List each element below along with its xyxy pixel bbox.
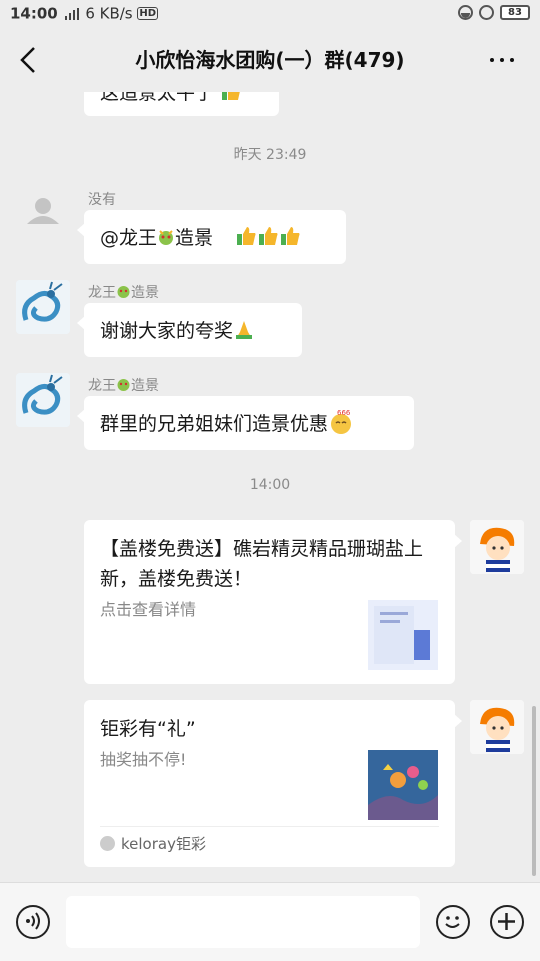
avatar[interactable] [16,373,70,427]
thumbs-up-icon [257,225,279,247]
emoji-button[interactable] [436,905,470,939]
dragon-emoji-icon [116,284,131,299]
default-avatar-icon [27,198,59,224]
dragon-emoji-icon [116,377,131,392]
signal-icon [64,7,79,20]
message-bubble[interactable]: @龙王 造景 [77,210,346,264]
status-bar: 14:00 6 KB/s HD 83 [0,0,540,28]
message-list[interactable]: 这造景太牛了 昨天 23:49 没有 @龙王造景 龙王造景 谢谢大家的夸奖 [0,92,540,882]
network-speed: 6 KB/s [85,4,133,23]
sender-name: 没有 [88,192,116,208]
message-bubble[interactable]: 群里的兄弟姐妹们造景优惠 666 [77,396,414,450]
status-left: 14:00 6 KB/s HD [10,4,159,23]
eye-comfort-icon [458,5,473,20]
message-text: 谢谢大家的夸奖 [100,320,234,342]
link-card[interactable]: 【盖楼免费送】礁岩精灵精品珊瑚盐上新，盖楼免费送！ 点击查看详情 [84,520,462,684]
message-text: @龙王 [100,227,158,249]
chat-header: 小欣怡海水团购(一）群(479) [0,28,540,92]
emoji-badge: 666 [337,409,351,417]
dragon-avatar-icon [16,280,70,334]
avatar[interactable] [470,700,524,754]
voice-input-button[interactable] [16,905,50,939]
message-bubble[interactable]: 谢谢大家的夸奖 [77,303,302,357]
plus-icon [498,913,515,930]
cartoon-avatar-icon [470,700,524,754]
scrollbar[interactable] [532,706,536,876]
avatar[interactable] [16,280,70,334]
sender-name: 龙王 造景 [88,375,159,395]
sender-name: 龙王 造景 [88,282,159,302]
sender-name-suffix: 造景 [131,285,159,301]
thumbs-up-icon [235,225,257,247]
voice-icon [26,912,40,930]
lock-rotation-icon [479,5,494,20]
cartoon-avatar-icon [470,520,524,574]
message-text: 这造景太牛了 [100,92,215,104]
666-emoji-icon: 666 [328,409,354,435]
sender-name-suffix: 造景 [131,378,159,394]
thumbs-up-icon [220,92,242,102]
card-title: 【盖楼免费送】礁岩精灵精品珊瑚盐上新，盖楼免费送！ [100,538,424,590]
status-time: 14:00 [10,4,58,23]
input-bar [0,882,540,961]
message-text-suffix: 造景 [175,227,214,249]
miniprogram-card[interactable]: 钜彩有“礼” 抽奖抽不停! keloray钜彩 [84,700,462,867]
more-options-button[interactable] [490,58,514,62]
emoji-icon [445,916,460,928]
card-source: keloray钜彩 [100,833,206,854]
message-bubble-partial[interactable]: 这造景太牛了 [84,92,279,116]
card-divider [100,826,439,827]
battery-icon: 83 [500,5,530,20]
more-functions-button[interactable] [490,905,524,939]
card-thumbnail [368,750,438,820]
avatar[interactable] [16,186,70,240]
avatar[interactable] [470,520,524,574]
hd-icon: HD [137,7,159,20]
thumbs-up-icon [279,225,301,247]
status-right: 83 [458,5,530,20]
sender-name-text: 龙王 [88,378,116,394]
card-title: 钜彩有“礼” [100,718,196,740]
chat-title: 小欣怡海水团购(一）群(479) [135,48,405,72]
folded-hands-icon [233,318,255,340]
timestamp: 14:00 [249,477,291,493]
dragon-emoji-icon [157,228,175,246]
message-input[interactable] [66,896,420,948]
card-source-name: keloray钜彩 [121,835,206,853]
dragon-avatar-icon [16,373,70,427]
sender-name-text: 龙王 [88,285,116,301]
card-thumbnail [368,600,438,670]
source-logo-icon [100,836,115,851]
message-text: 群里的兄弟姐妹们造景优惠 [100,413,329,435]
timestamp: 昨天 23:49 [233,147,307,163]
